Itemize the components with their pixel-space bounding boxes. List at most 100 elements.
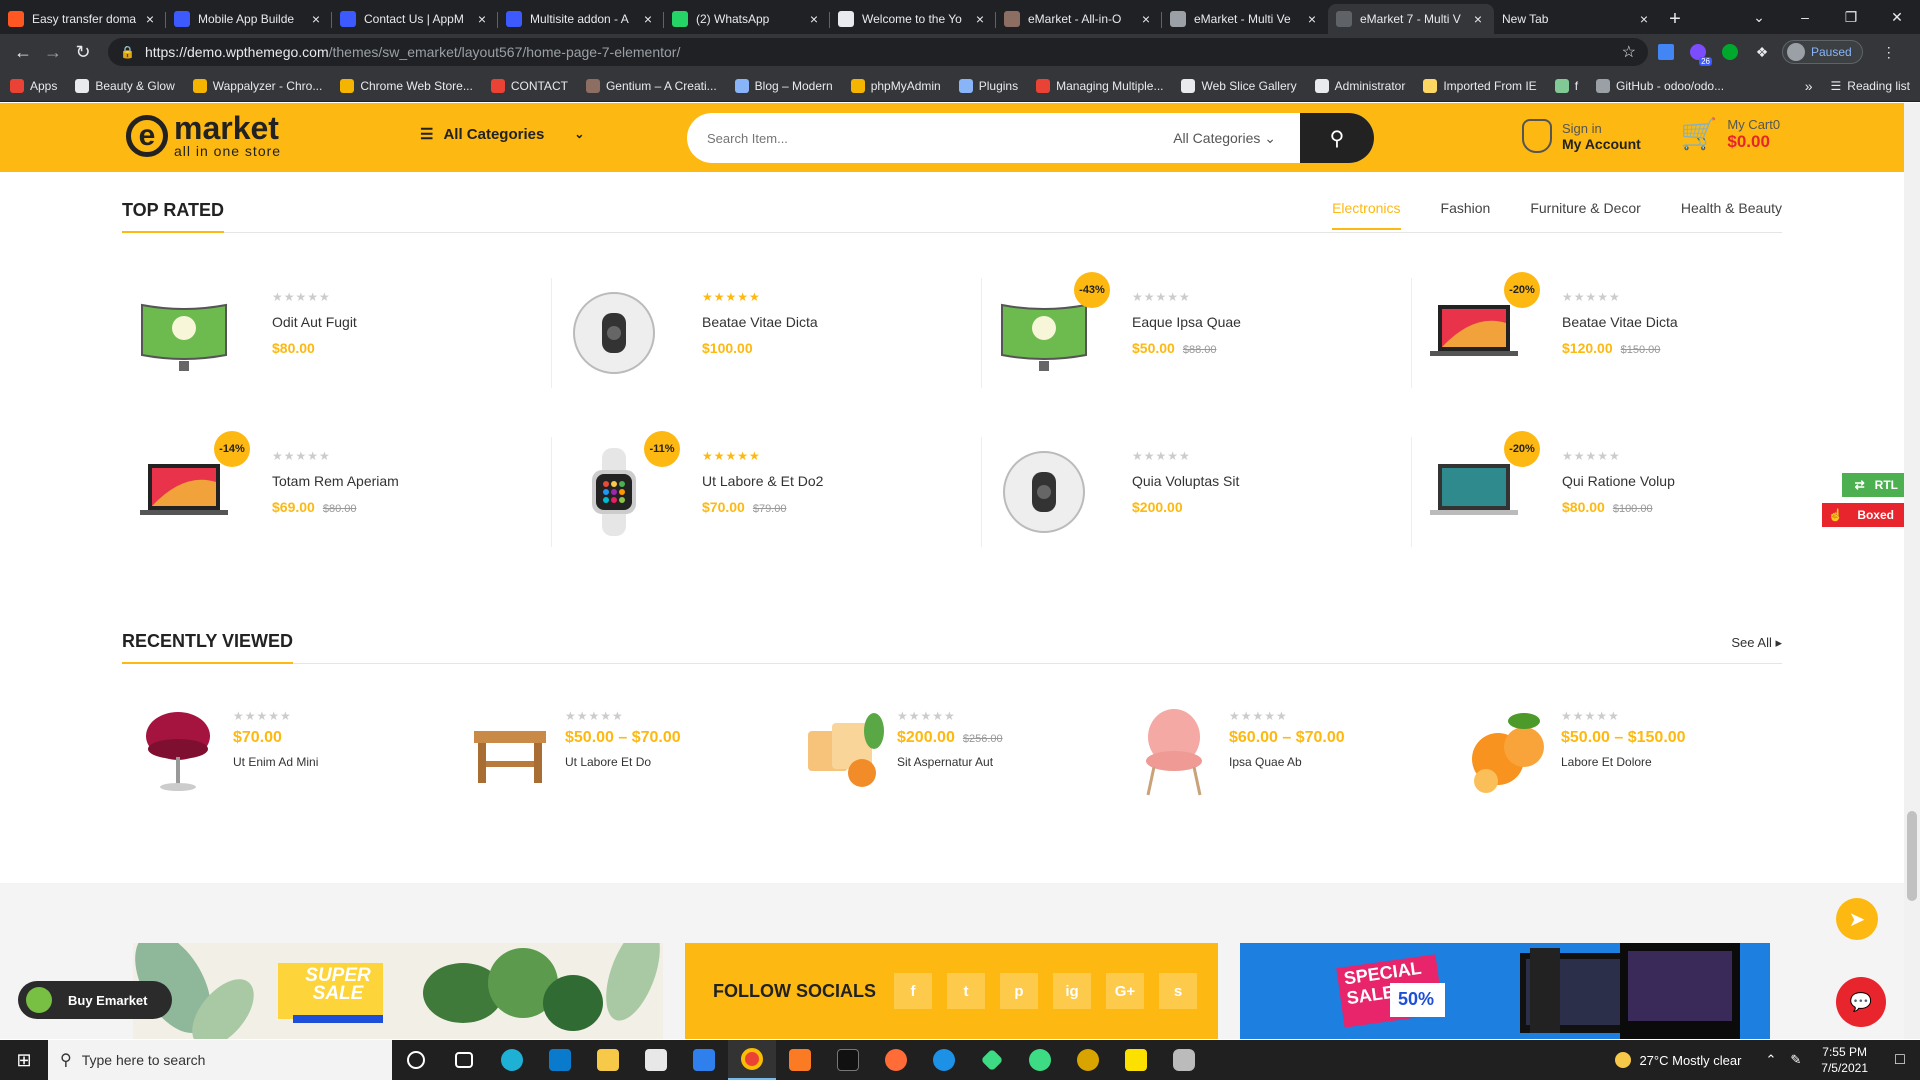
- bookmark-item[interactable]: Wappalyzer - Chro...: [192, 78, 322, 93]
- chrome-icon[interactable]: [728, 1040, 776, 1080]
- bookmark-item[interactable]: CONTACT: [490, 78, 568, 93]
- product-name[interactable]: Odit Aut Fugit: [272, 314, 357, 330]
- google-plus-icon[interactable]: G+: [1105, 973, 1144, 1009]
- product-name[interactable]: Ipsa Quae Ab: [1229, 755, 1345, 769]
- product-image[interactable]: [1124, 701, 1214, 796]
- forward-icon[interactable]: →: [38, 37, 68, 67]
- bookmark-item[interactable]: Blog – Modern: [734, 78, 833, 93]
- browser-tab[interactable]: Welcome to the Yo ×: [830, 4, 996, 34]
- account-link[interactable]: Sign in My Account: [1522, 119, 1641, 153]
- all-categories-menu[interactable]: ☰ All Categories ⌄: [420, 125, 584, 144]
- tab-search-icon[interactable]: ⌄: [1736, 0, 1782, 34]
- super-sale-banner[interactable]: SUPER SALE: [133, 943, 663, 1039]
- vscode-icon[interactable]: [536, 1040, 584, 1080]
- product-image[interactable]: [128, 701, 218, 791]
- tab-fashion[interactable]: Fashion: [1441, 200, 1491, 230]
- page-scrollbar[interactable]: [1904, 103, 1920, 1039]
- bookmark-item[interactable]: Web Slice Gallery: [1181, 78, 1297, 93]
- product-name[interactable]: Totam Rem Aperiam: [272, 473, 399, 489]
- boxed-toggle-button[interactable]: ☝ Boxed: [1822, 503, 1904, 527]
- product-name[interactable]: Labore Et Dolore: [1561, 755, 1686, 769]
- bookmark-item[interactable]: Apps: [10, 78, 57, 93]
- terminal-icon[interactable]: [824, 1040, 872, 1080]
- bookmark-item[interactable]: phpMyAdmin: [850, 78, 941, 93]
- file-explorer-icon[interactable]: [584, 1040, 632, 1080]
- product-card[interactable]: ★★★★★ Quia Voluptas Sit $200.00: [982, 437, 1412, 547]
- close-tab-icon[interactable]: ×: [806, 11, 822, 27]
- special-sale-banner[interactable]: SPECIAL SALE 50%: [1240, 943, 1770, 1039]
- rtl-toggle-button[interactable]: ⇄ RTL: [1842, 473, 1904, 497]
- reload-icon[interactable]: ↻: [68, 37, 98, 67]
- recent-product-card[interactable]: ★★★★★ $50.00 – $70.00 Ut Labore Et Do: [460, 701, 790, 801]
- tab-electronics[interactable]: Electronics: [1332, 200, 1401, 230]
- docker-icon[interactable]: [920, 1040, 968, 1080]
- instagram-icon[interactable]: ig: [1052, 973, 1091, 1009]
- close-tab-icon[interactable]: ×: [1138, 11, 1154, 27]
- product-image[interactable]: [134, 283, 234, 383]
- skype-icon[interactable]: s: [1158, 973, 1197, 1009]
- cart-link[interactable]: 🛒 My Cart0 $0.00: [1680, 117, 1780, 152]
- product-image[interactable]: [460, 701, 550, 791]
- close-tab-icon[interactable]: ×: [474, 11, 490, 27]
- browser-tab[interactable]: Mobile App Builde ×: [166, 4, 332, 34]
- back-to-top-button[interactable]: ➤: [1836, 898, 1878, 940]
- translate-icon[interactable]: [1652, 38, 1680, 66]
- database-icon[interactable]: [1160, 1040, 1208, 1080]
- bookmark-item[interactable]: Plugins: [958, 78, 1018, 93]
- browser-tab[interactable]: New Tab ×: [1494, 4, 1660, 34]
- close-window-icon[interactable]: ✕: [1874, 0, 1920, 34]
- browser-tab[interactable]: Contact Us | AppM ×: [332, 4, 498, 34]
- wamp-icon[interactable]: [1064, 1040, 1112, 1080]
- scrollbar-thumb[interactable]: [1907, 811, 1917, 901]
- product-name[interactable]: Sit Aspernatur Aut: [897, 755, 1003, 769]
- see-all-link[interactable]: See All ▸: [1731, 635, 1782, 651]
- android-studio-icon[interactable]: [1016, 1040, 1064, 1080]
- clock[interactable]: 7:55 PM 7/5/2021: [1821, 1044, 1868, 1076]
- cortana-icon[interactable]: [392, 1040, 440, 1080]
- git-kraken-icon[interactable]: [968, 1040, 1016, 1080]
- recent-product-card[interactable]: ★★★★★ $50.00 – $150.00 Labore Et Dolore: [1456, 701, 1786, 801]
- extensions-puzzle-icon[interactable]: ❖: [1748, 38, 1776, 66]
- notifications-icon[interactable]: □: [1880, 1040, 1920, 1080]
- product-name[interactable]: Eaque Ipsa Quae: [1132, 314, 1241, 330]
- product-name[interactable]: Ut Labore & Et Do2: [702, 473, 823, 489]
- store-icon[interactable]: [632, 1040, 680, 1080]
- recent-product-card[interactable]: ★★★★★ $200.00 $256.00 Sit Aspernatur Aut: [792, 701, 1122, 801]
- product-name[interactable]: Ut Labore Et Do: [565, 755, 681, 769]
- bookmark-item[interactable]: GitHub - odoo/odo...: [1596, 78, 1724, 93]
- product-card[interactable]: ★★★★★ Odit Aut Fugit $80.00: [122, 278, 552, 388]
- product-card[interactable]: -20% ★★★★★ Beatae Vitae Dicta $120.00 $150.0…: [1412, 272, 1842, 388]
- close-tab-icon[interactable]: ×: [972, 11, 988, 27]
- product-image[interactable]: [1456, 701, 1546, 793]
- search-button[interactable]: ⚲: [1300, 113, 1374, 163]
- pen-icon[interactable]: ✎: [1790, 1052, 1801, 1068]
- close-tab-icon[interactable]: ×: [1470, 11, 1486, 27]
- product-name[interactable]: Beatae Vitae Dicta: [702, 314, 818, 330]
- evernote-icon[interactable]: [1716, 38, 1744, 66]
- menu-dots-icon[interactable]: ⋮: [1875, 38, 1903, 66]
- product-card[interactable]: -14% ★★★★★ Totam Rem Aperiam $69.00 $80.00: [122, 431, 552, 547]
- search-input[interactable]: [687, 130, 1174, 146]
- weather-widget[interactable]: 27°C Mostly clear: [1615, 1052, 1741, 1068]
- address-bar[interactable]: 🔒 https://demo.wpthemego.com/themes/sw_e…: [108, 38, 1648, 66]
- tab-furniture-decor[interactable]: Furniture & Decor: [1530, 200, 1640, 230]
- search-category-select[interactable]: All Categories ⌄: [1173, 130, 1276, 147]
- close-tab-icon[interactable]: ×: [142, 11, 158, 27]
- bookmark-item[interactable]: Chrome Web Store...: [340, 78, 473, 93]
- product-card[interactable]: ★★★★★ Beatae Vitae Dicta $100.00: [552, 278, 982, 388]
- pinterest-icon[interactable]: p: [999, 973, 1038, 1009]
- twitter-icon[interactable]: t: [946, 973, 985, 1009]
- product-card[interactable]: -20% ★★★★★ Qui Ratione Volup $80.00 $100.00: [1412, 431, 1842, 547]
- bookmark-item[interactable]: Administrator: [1314, 78, 1405, 93]
- close-tab-icon[interactable]: ×: [308, 11, 324, 27]
- taskbar-search-box[interactable]: ⚲ Type here to search: [48, 1040, 392, 1080]
- mail-icon[interactable]: [680, 1040, 728, 1080]
- product-image[interactable]: [994, 442, 1094, 542]
- recent-product-card[interactable]: ★★★★★ $60.00 – $70.00 Ipsa Quae Ab: [1124, 701, 1454, 801]
- tab-health-beauty[interactable]: Health & Beauty: [1681, 200, 1782, 230]
- postman-icon[interactable]: [872, 1040, 920, 1080]
- close-tab-icon[interactable]: ×: [1636, 11, 1652, 27]
- facebook-icon[interactable]: f: [893, 973, 932, 1009]
- windows-start-icon[interactable]: ⊞: [0, 1040, 48, 1080]
- product-card[interactable]: -43% ★★★★★ Eaque Ipsa Quae $50.00 $88.00: [982, 272, 1412, 388]
